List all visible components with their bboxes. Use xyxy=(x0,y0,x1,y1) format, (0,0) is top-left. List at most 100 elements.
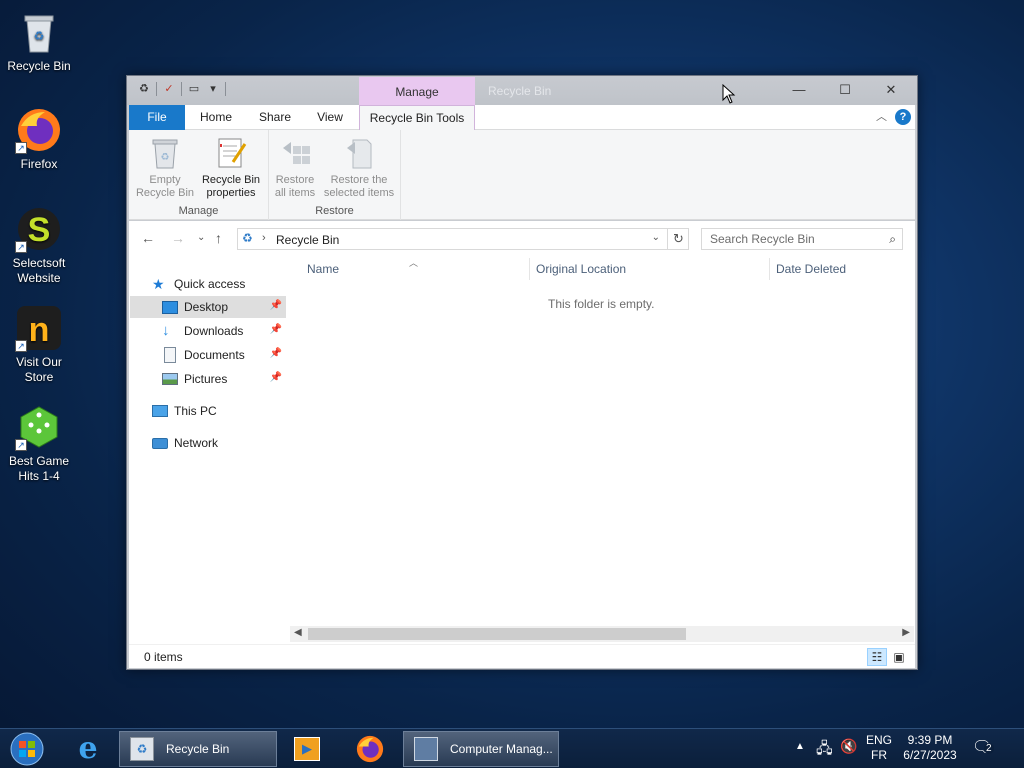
breadcrumb-chevron-icon[interactable]: › xyxy=(262,232,266,244)
nav-documents[interactable]: Documents 📌 xyxy=(130,344,286,366)
desktop-icon-label: Recycle Bin xyxy=(7,59,71,73)
computer-icon xyxy=(152,405,168,417)
tab-share[interactable]: Share xyxy=(249,105,301,130)
toolbar-divider xyxy=(156,82,157,96)
windows-orb-icon xyxy=(10,732,44,766)
button-label-line: Empty xyxy=(149,174,181,186)
recycle-bin-properties-button[interactable]: Recycle Bin properties xyxy=(197,136,265,200)
pin-icon[interactable]: 📌 xyxy=(270,372,282,383)
tab-recycle-bin-tools[interactable]: Recycle Bin Tools xyxy=(359,105,475,131)
empty-recycle-bin-button[interactable]: ♻ Empty Recycle Bin xyxy=(135,136,195,200)
pin-icon[interactable]: 📌 xyxy=(270,348,282,359)
tab-view[interactable]: View xyxy=(307,105,353,130)
taskbar-computer-management[interactable]: Computer Manag... xyxy=(403,731,559,767)
desktop-icon-firefox[interactable]: ↗ Firefox xyxy=(4,106,74,172)
pin-icon[interactable]: 📌 xyxy=(270,324,282,335)
taskbar-firefox[interactable] xyxy=(350,732,390,766)
ribbon-group-restore: Restore all items Restore the selected i… xyxy=(269,130,401,220)
column-divider[interactable] xyxy=(769,258,770,280)
button-label-line: all items xyxy=(274,187,316,199)
notification-count: 2 xyxy=(984,743,994,754)
column-header-original-location[interactable]: Original Location xyxy=(536,262,626,276)
address-bar[interactable]: ♻ › Recycle Bin ⌄ xyxy=(237,228,689,250)
nav-label: Pictures xyxy=(184,372,228,386)
shortcut-arrow-icon: ↗ xyxy=(15,241,27,253)
refresh-icon[interactable]: ↻ xyxy=(667,228,689,250)
desktop-icon-visit-store[interactable]: n ↗ Visit Our Store xyxy=(4,304,74,385)
column-divider[interactable] xyxy=(529,258,530,280)
scroll-right-icon[interactable]: ▶ xyxy=(902,627,910,638)
desktop-icon-label: Firefox xyxy=(20,157,58,171)
address-dropdown-icon[interactable]: ⌄ xyxy=(652,232,660,243)
desktop-icon-best-game[interactable]: ↗ Best Game Hits 1-4 xyxy=(4,403,74,484)
properties-qat-icon[interactable]: ✓ xyxy=(162,82,176,96)
details-view-icon[interactable]: ☷ xyxy=(867,648,887,666)
forward-arrow-icon[interactable]: → xyxy=(171,230,185,246)
nav-label: Desktop xyxy=(184,300,229,314)
computer-management-icon xyxy=(414,737,438,761)
mouse-cursor-icon xyxy=(722,84,736,104)
back-arrow-icon[interactable]: ← xyxy=(141,230,155,246)
new-folder-qat-icon[interactable]: ▭ xyxy=(187,82,201,96)
recycle-bin-icon: ♻ xyxy=(130,737,154,761)
button-label-line: Recycle Bin xyxy=(201,174,261,186)
tab-home[interactable]: Home xyxy=(191,105,241,130)
nav-desktop[interactable]: Desktop 📌 xyxy=(130,296,286,318)
up-arrow-icon[interactable]: ↑ xyxy=(215,230,222,246)
scroll-left-icon[interactable]: ◀ xyxy=(294,627,302,638)
taskbar-recycle-bin[interactable]: ♻ Recycle Bin xyxy=(119,731,277,767)
task-label: Recycle Bin xyxy=(166,742,230,756)
search-input[interactable] xyxy=(710,229,880,249)
shortcut-arrow-icon: ↗ xyxy=(15,142,27,154)
nav-label: This PC xyxy=(174,404,217,418)
help-icon[interactable]: ? xyxy=(895,109,911,125)
properties-icon xyxy=(218,138,247,168)
restore-all-items-button[interactable]: Restore all items xyxy=(271,136,319,200)
manage-contextual-tab[interactable]: Manage xyxy=(359,77,475,105)
desktop-folder-icon xyxy=(162,300,178,314)
title-bar[interactable]: ♻ ✓ ▭ ▾ Manage Recycle Bin — ☐ ✕ xyxy=(127,76,917,105)
desktop-icon-recycle-bin[interactable]: ♻ Recycle Bin xyxy=(4,8,74,74)
nav-network[interactable]: Network xyxy=(152,432,282,454)
minimize-button[interactable]: — xyxy=(777,78,821,102)
sort-ascending-icon: ︿ xyxy=(409,258,419,268)
maximize-button[interactable]: ☐ xyxy=(823,78,867,102)
search-box[interactable]: ⌕ xyxy=(701,228,903,250)
firefox-icon xyxy=(356,735,384,763)
recent-locations-chevron-icon[interactable]: ⌄ xyxy=(197,232,205,243)
clock[interactable]: 9:39 PM 6/27/2023 xyxy=(898,733,962,763)
network-tray-icon[interactable]: 🖧 xyxy=(816,738,833,763)
nav-this-pc[interactable]: This PC xyxy=(152,400,282,422)
breadcrumb-recycle-bin[interactable]: Recycle Bin xyxy=(276,233,339,247)
start-button[interactable] xyxy=(8,731,46,767)
language-code: ENG xyxy=(866,733,893,747)
large-icons-view-icon[interactable]: ▣ xyxy=(889,648,909,666)
taskbar-internet-explorer[interactable]: e xyxy=(68,732,108,766)
nav-downloads[interactable]: ↓ Downloads 📌 xyxy=(130,320,286,342)
taskbar-media-player[interactable]: ▶ xyxy=(287,732,327,766)
desktop-icon-selectsoft[interactable]: S ↗ Selectsoft Website xyxy=(4,205,74,286)
store-icon: n ↗ xyxy=(15,304,63,352)
close-button[interactable]: ✕ xyxy=(869,78,913,102)
shortcut-arrow-icon: ↗ xyxy=(15,439,27,451)
file-list-pane: ︿ Name Original Location Date Deleted Th… xyxy=(288,256,914,643)
empty-folder-message: This folder is empty. xyxy=(548,297,655,311)
pin-icon[interactable]: 📌 xyxy=(270,300,282,311)
language-indicator[interactable]: ENG FR xyxy=(866,733,892,763)
tab-file[interactable]: File xyxy=(129,105,185,130)
collapse-ribbon-icon[interactable]: ︿ xyxy=(876,108,887,124)
show-hidden-icons-icon[interactable]: ▲ xyxy=(795,741,805,752)
volume-muted-icon[interactable]: 🔇 xyxy=(840,738,857,755)
nav-pictures[interactable]: Pictures 📌 xyxy=(130,368,286,390)
horizontal-scrollbar[interactable]: ◀ ▶ xyxy=(290,626,914,642)
customize-qat-icon[interactable]: ▾ xyxy=(206,82,220,96)
nav-quick-access[interactable]: ★ Quick access xyxy=(152,273,282,295)
scrollbar-thumb[interactable] xyxy=(308,628,686,640)
nav-label: Downloads xyxy=(184,324,244,338)
restore-selected-items-button[interactable]: Restore the selected items xyxy=(321,136,397,200)
internet-explorer-icon: e xyxy=(78,731,98,766)
column-header-name[interactable]: Name xyxy=(307,262,339,276)
action-center-button[interactable]: 🗨 2 xyxy=(972,737,996,759)
search-icon: ⌕ xyxy=(889,232,896,246)
column-header-date-deleted[interactable]: Date Deleted xyxy=(776,262,846,276)
